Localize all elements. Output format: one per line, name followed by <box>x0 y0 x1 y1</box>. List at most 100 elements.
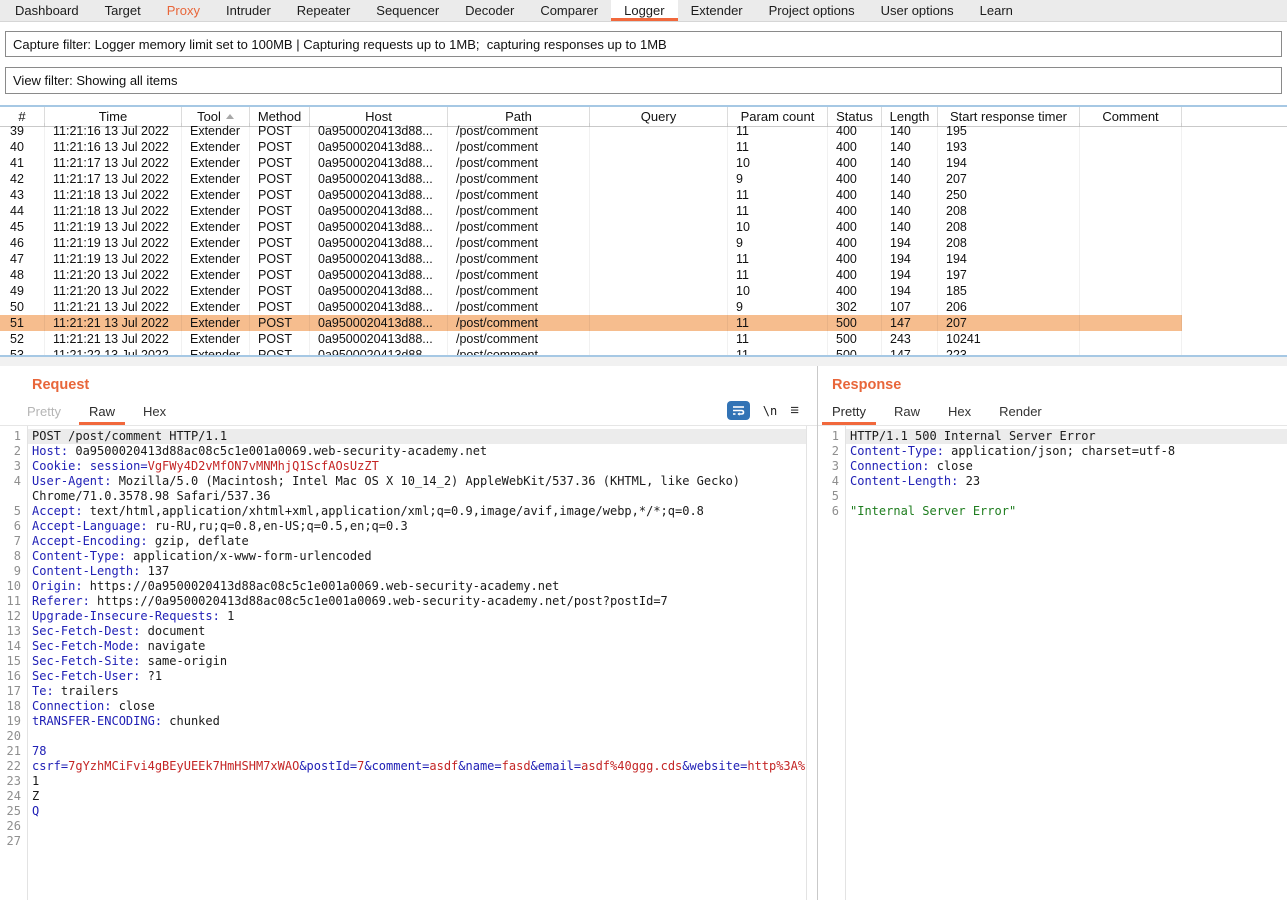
table-row[interactable]: 4211:21:17 13 Jul 2022ExtenderPOST0a9500… <box>0 171 1182 187</box>
cell-param_count: 11 <box>728 123 828 139</box>
line-number: 4 <box>0 474 27 504</box>
log-table-body: 3911:21:16 13 Jul 2022ExtenderPOST0a9500… <box>0 123 1287 357</box>
cell-time: 11:21:17 13 Jul 2022 <box>45 155 182 171</box>
code-line: 19tRANSFER-ENCODING: chunked <box>0 714 806 729</box>
response-tab-hex[interactable]: Hex <box>938 400 981 425</box>
cell-method: POST <box>250 235 310 251</box>
request-tab-raw[interactable]: Raw <box>79 400 125 425</box>
editor-menu-icon[interactable]: ≡ <box>790 403 799 418</box>
table-row[interactable]: 4911:21:20 13 Jul 2022ExtenderPOST0a9500… <box>0 283 1182 299</box>
cell-num: 39 <box>0 123 45 139</box>
menu-tab-intruder[interactable]: Intruder <box>213 0 284 21</box>
word-wrap-toggle-icon[interactable] <box>727 401 750 420</box>
menu-tab-comparer[interactable]: Comparer <box>527 0 611 21</box>
cell-param_count: 10 <box>728 283 828 299</box>
menu-tab-extender[interactable]: Extender <box>678 0 756 21</box>
menu-tab-logger[interactable]: Logger <box>611 0 677 21</box>
response-tab-pretty[interactable]: Pretty <box>822 400 876 425</box>
cell-comment <box>1080 283 1182 299</box>
table-row[interactable]: 5211:21:21 13 Jul 2022ExtenderPOST0a9500… <box>0 331 1182 347</box>
view-filter-bar[interactable]: View filter: Showing all items <box>5 67 1282 94</box>
menu-tab-user-options[interactable]: User options <box>868 0 967 21</box>
code-line: 12Upgrade-Insecure-Requests: 1 <box>0 609 806 624</box>
cell-tool: Extender <box>182 123 250 139</box>
table-row[interactable]: 4511:21:19 13 Jul 2022ExtenderPOST0a9500… <box>0 219 1182 235</box>
cell-status: 400 <box>828 187 882 203</box>
cell-method: POST <box>250 171 310 187</box>
cell-comment <box>1080 235 1182 251</box>
response-tab-raw[interactable]: Raw <box>884 400 930 425</box>
menu-tab-proxy[interactable]: Proxy <box>154 0 213 21</box>
newline-display-icon[interactable]: \n <box>763 404 777 418</box>
table-row[interactable]: 4411:21:18 13 Jul 2022ExtenderPOST0a9500… <box>0 203 1182 219</box>
line-content: Accept: text/html,application/xhtml+xml,… <box>27 504 806 519</box>
cell-param_count: 10 <box>728 219 828 235</box>
horizontal-splitter[interactable] <box>0 357 1287 366</box>
request-tab-pretty[interactable]: Pretty <box>17 400 71 425</box>
line-content <box>27 729 806 744</box>
cell-status: 302 <box>828 299 882 315</box>
cell-status: 500 <box>828 331 882 347</box>
table-row[interactable]: 4811:21:20 13 Jul 2022ExtenderPOST0a9500… <box>0 267 1182 283</box>
line-content: Te: trailers <box>27 684 806 699</box>
cell-tool: Extender <box>182 283 250 299</box>
menu-tab-target[interactable]: Target <box>92 0 154 21</box>
cell-method: POST <box>250 219 310 235</box>
menu-tab-sequencer[interactable]: Sequencer <box>363 0 452 21</box>
code-line: 7Accept-Encoding: gzip, deflate <box>0 534 806 549</box>
table-row[interactable]: 4711:21:19 13 Jul 2022ExtenderPOST0a9500… <box>0 251 1182 267</box>
menu-tab-decoder[interactable]: Decoder <box>452 0 527 21</box>
table-row[interactable]: 3911:21:16 13 Jul 2022ExtenderPOST0a9500… <box>0 123 1182 139</box>
table-row[interactable]: 4011:21:16 13 Jul 2022ExtenderPOST0a9500… <box>0 139 1182 155</box>
menu-tab-repeater[interactable]: Repeater <box>284 0 363 21</box>
cell-length: 194 <box>882 235 938 251</box>
code-line: 4Content-Length: 23 <box>818 474 1287 489</box>
cell-path: /post/comment <box>448 219 590 235</box>
cell-timer: 194 <box>938 251 1080 267</box>
menu-tab-project-options[interactable]: Project options <box>756 0 868 21</box>
cell-comment <box>1080 139 1182 155</box>
line-content: 1 <box>27 774 806 789</box>
table-row[interactable]: 5111:21:21 13 Jul 2022ExtenderPOST0a9500… <box>0 315 1182 331</box>
cell-comment <box>1080 187 1182 203</box>
line-content: POST /post/comment HTTP/1.1 <box>27 429 806 444</box>
cell-query <box>590 219 728 235</box>
cell-comment <box>1080 203 1182 219</box>
cell-comment <box>1080 299 1182 315</box>
request-panel: Request PrettyRawHex \n ≡ 1POST /post/co… <box>0 366 818 900</box>
table-row[interactable]: 4111:21:17 13 Jul 2022ExtenderPOST0a9500… <box>0 155 1182 171</box>
capture-filter-text: Capture filter: Logger memory limit set … <box>13 37 667 52</box>
code-line: 16Sec-Fetch-User: ?1 <box>0 669 806 684</box>
table-row[interactable]: 4611:21:19 13 Jul 2022ExtenderPOST0a9500… <box>0 235 1182 251</box>
cell-path: /post/comment <box>448 267 590 283</box>
cell-status: 500 <box>828 347 882 357</box>
cell-num: 47 <box>0 251 45 267</box>
request-editor[interactable]: 1POST /post/comment HTTP/1.12Host: 0a950… <box>0 426 807 900</box>
table-row[interactable]: 5311:21:22 13 Jul 2022ExtenderPOST0a9500… <box>0 347 1182 357</box>
table-row[interactable]: 4311:21:18 13 Jul 2022ExtenderPOST0a9500… <box>0 187 1182 203</box>
line-content: Accept-Encoding: gzip, deflate <box>27 534 806 549</box>
menu-tab-dashboard[interactable]: Dashboard <box>2 0 92 21</box>
cell-num: 44 <box>0 203 45 219</box>
line-content: Content-Type: application/x-www-form-url… <box>27 549 806 564</box>
line-number: 1 <box>818 429 845 444</box>
code-line: 5Accept: text/html,application/xhtml+xml… <box>0 504 806 519</box>
capture-filter-bar[interactable]: Capture filter: Logger memory limit set … <box>5 31 1282 57</box>
cell-status: 400 <box>828 267 882 283</box>
table-row[interactable]: 5011:21:21 13 Jul 2022ExtenderPOST0a9500… <box>0 299 1182 315</box>
menu-tab-learn[interactable]: Learn <box>967 0 1026 21</box>
cell-num: 48 <box>0 267 45 283</box>
cell-method: POST <box>250 331 310 347</box>
cell-path: /post/comment <box>448 203 590 219</box>
cell-tool: Extender <box>182 347 250 357</box>
response-editor[interactable]: 1HTTP/1.1 500 Internal Server Error2Cont… <box>818 426 1287 900</box>
response-panel: Response PrettyRawHexRender 1HTTP/1.1 50… <box>818 366 1287 900</box>
cell-host: 0a9500020413d88... <box>310 155 448 171</box>
line-content: Content-Length: 137 <box>27 564 806 579</box>
response-tab-render[interactable]: Render <box>989 400 1052 425</box>
cell-length: 140 <box>882 171 938 187</box>
column-header-label: Tool <box>197 109 221 124</box>
cell-num: 52 <box>0 331 45 347</box>
cell-tool: Extender <box>182 315 250 331</box>
request-tab-hex[interactable]: Hex <box>133 400 176 425</box>
